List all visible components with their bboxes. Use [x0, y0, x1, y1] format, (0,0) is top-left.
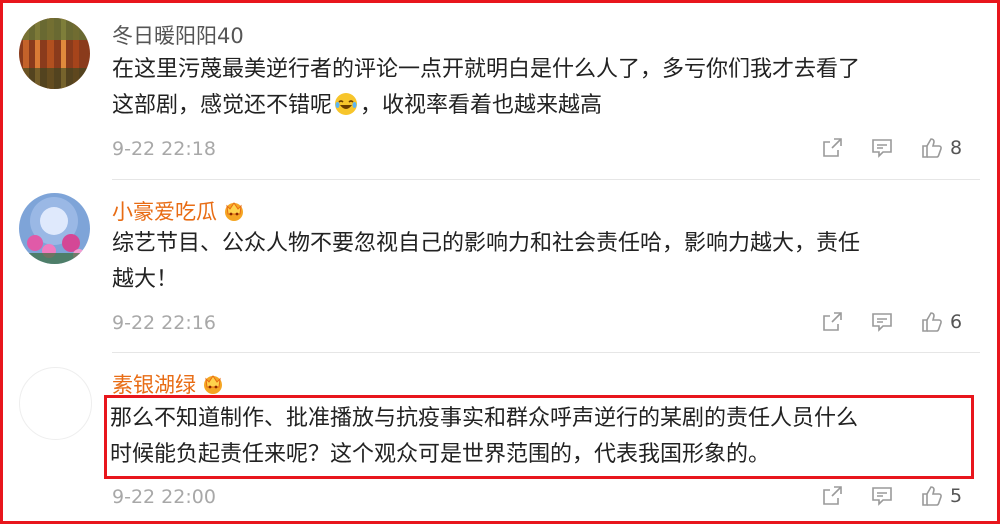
avatar[interactable] [19, 367, 92, 440]
reply-comment-icon[interactable] [870, 484, 894, 508]
divider [112, 179, 980, 180]
comment-text: 综艺节目、公众人物不要忽视自己的影响力和社会责任哈，影响力越大，责任 越大！ [112, 226, 982, 298]
share-icon[interactable] [820, 484, 844, 508]
comment-text-line: 那么不知道制作、批准播放与抗疫事实和群众呼声逆行的某剧的责任人员什么 [110, 406, 859, 431]
laughing-tears-emoji-icon [334, 92, 358, 116]
reply-comment-icon[interactable] [870, 310, 894, 334]
username[interactable]: 冬日暖阳阳40 [112, 23, 244, 49]
reply-comment-icon[interactable] [870, 136, 894, 160]
comment-timestamp: 9-22 22:18 [112, 138, 216, 160]
like-thumb-icon[interactable] [920, 484, 944, 508]
username[interactable]: 小豪爱吃瓜 [112, 199, 245, 225]
vip-badge-icon [223, 200, 245, 222]
share-icon[interactable] [820, 136, 844, 160]
like-count: 6 [950, 311, 963, 333]
comment-actions: 6 [820, 310, 980, 336]
comment-text-line: 时候能负起责任来呢？这个观众可是世界范围的，代表我国形象的。 [110, 442, 771, 467]
avatar[interactable] [19, 193, 90, 264]
username[interactable]: 素银湖绿 [112, 372, 224, 398]
comment-timestamp: 9-22 22:16 [112, 312, 216, 334]
divider [112, 352, 980, 353]
comment-text-line: 越大！ [112, 267, 179, 292]
like-thumb-icon[interactable] [920, 310, 944, 334]
comment-text-highlighted: 那么不知道制作、批准播放与抗疫事实和群众呼声逆行的某剧的责任人员什么 时候能负起… [104, 395, 974, 479]
comment-text-line: 在这里污蔑最美逆行者的评论一点开就明白是什么人了，多亏你们我才去看了 [112, 57, 861, 82]
avatar[interactable] [19, 18, 90, 89]
like-thumb-icon[interactable] [920, 136, 944, 160]
comment-timestamp: 9-22 22:00 [112, 486, 216, 508]
comment-text-line: 这部剧，感觉还不错呢 ，收视率看着也越来越高 [112, 88, 982, 124]
vip-badge-icon [202, 373, 224, 395]
comment-actions: 5 [820, 484, 980, 510]
comment-text: 在这里污蔑最美逆行者的评论一点开就明白是什么人了，多亏你们我才去看了 这部剧，感… [112, 52, 982, 124]
username-text: 小豪爱吃瓜 [112, 200, 217, 224]
like-count: 8 [950, 137, 963, 159]
comment-text-line: 综艺节目、公众人物不要忽视自己的影响力和社会责任哈，影响力越大，责任 [112, 231, 861, 256]
username-text: 素银湖绿 [112, 373, 196, 397]
comment-text-segment: 这部剧，感觉还不错呢 [112, 93, 333, 118]
comment-text-segment: ，收视率看着也越来越高 [360, 93, 603, 118]
share-icon[interactable] [820, 310, 844, 334]
comment-actions: 8 [820, 136, 980, 162]
like-count: 5 [950, 485, 963, 507]
